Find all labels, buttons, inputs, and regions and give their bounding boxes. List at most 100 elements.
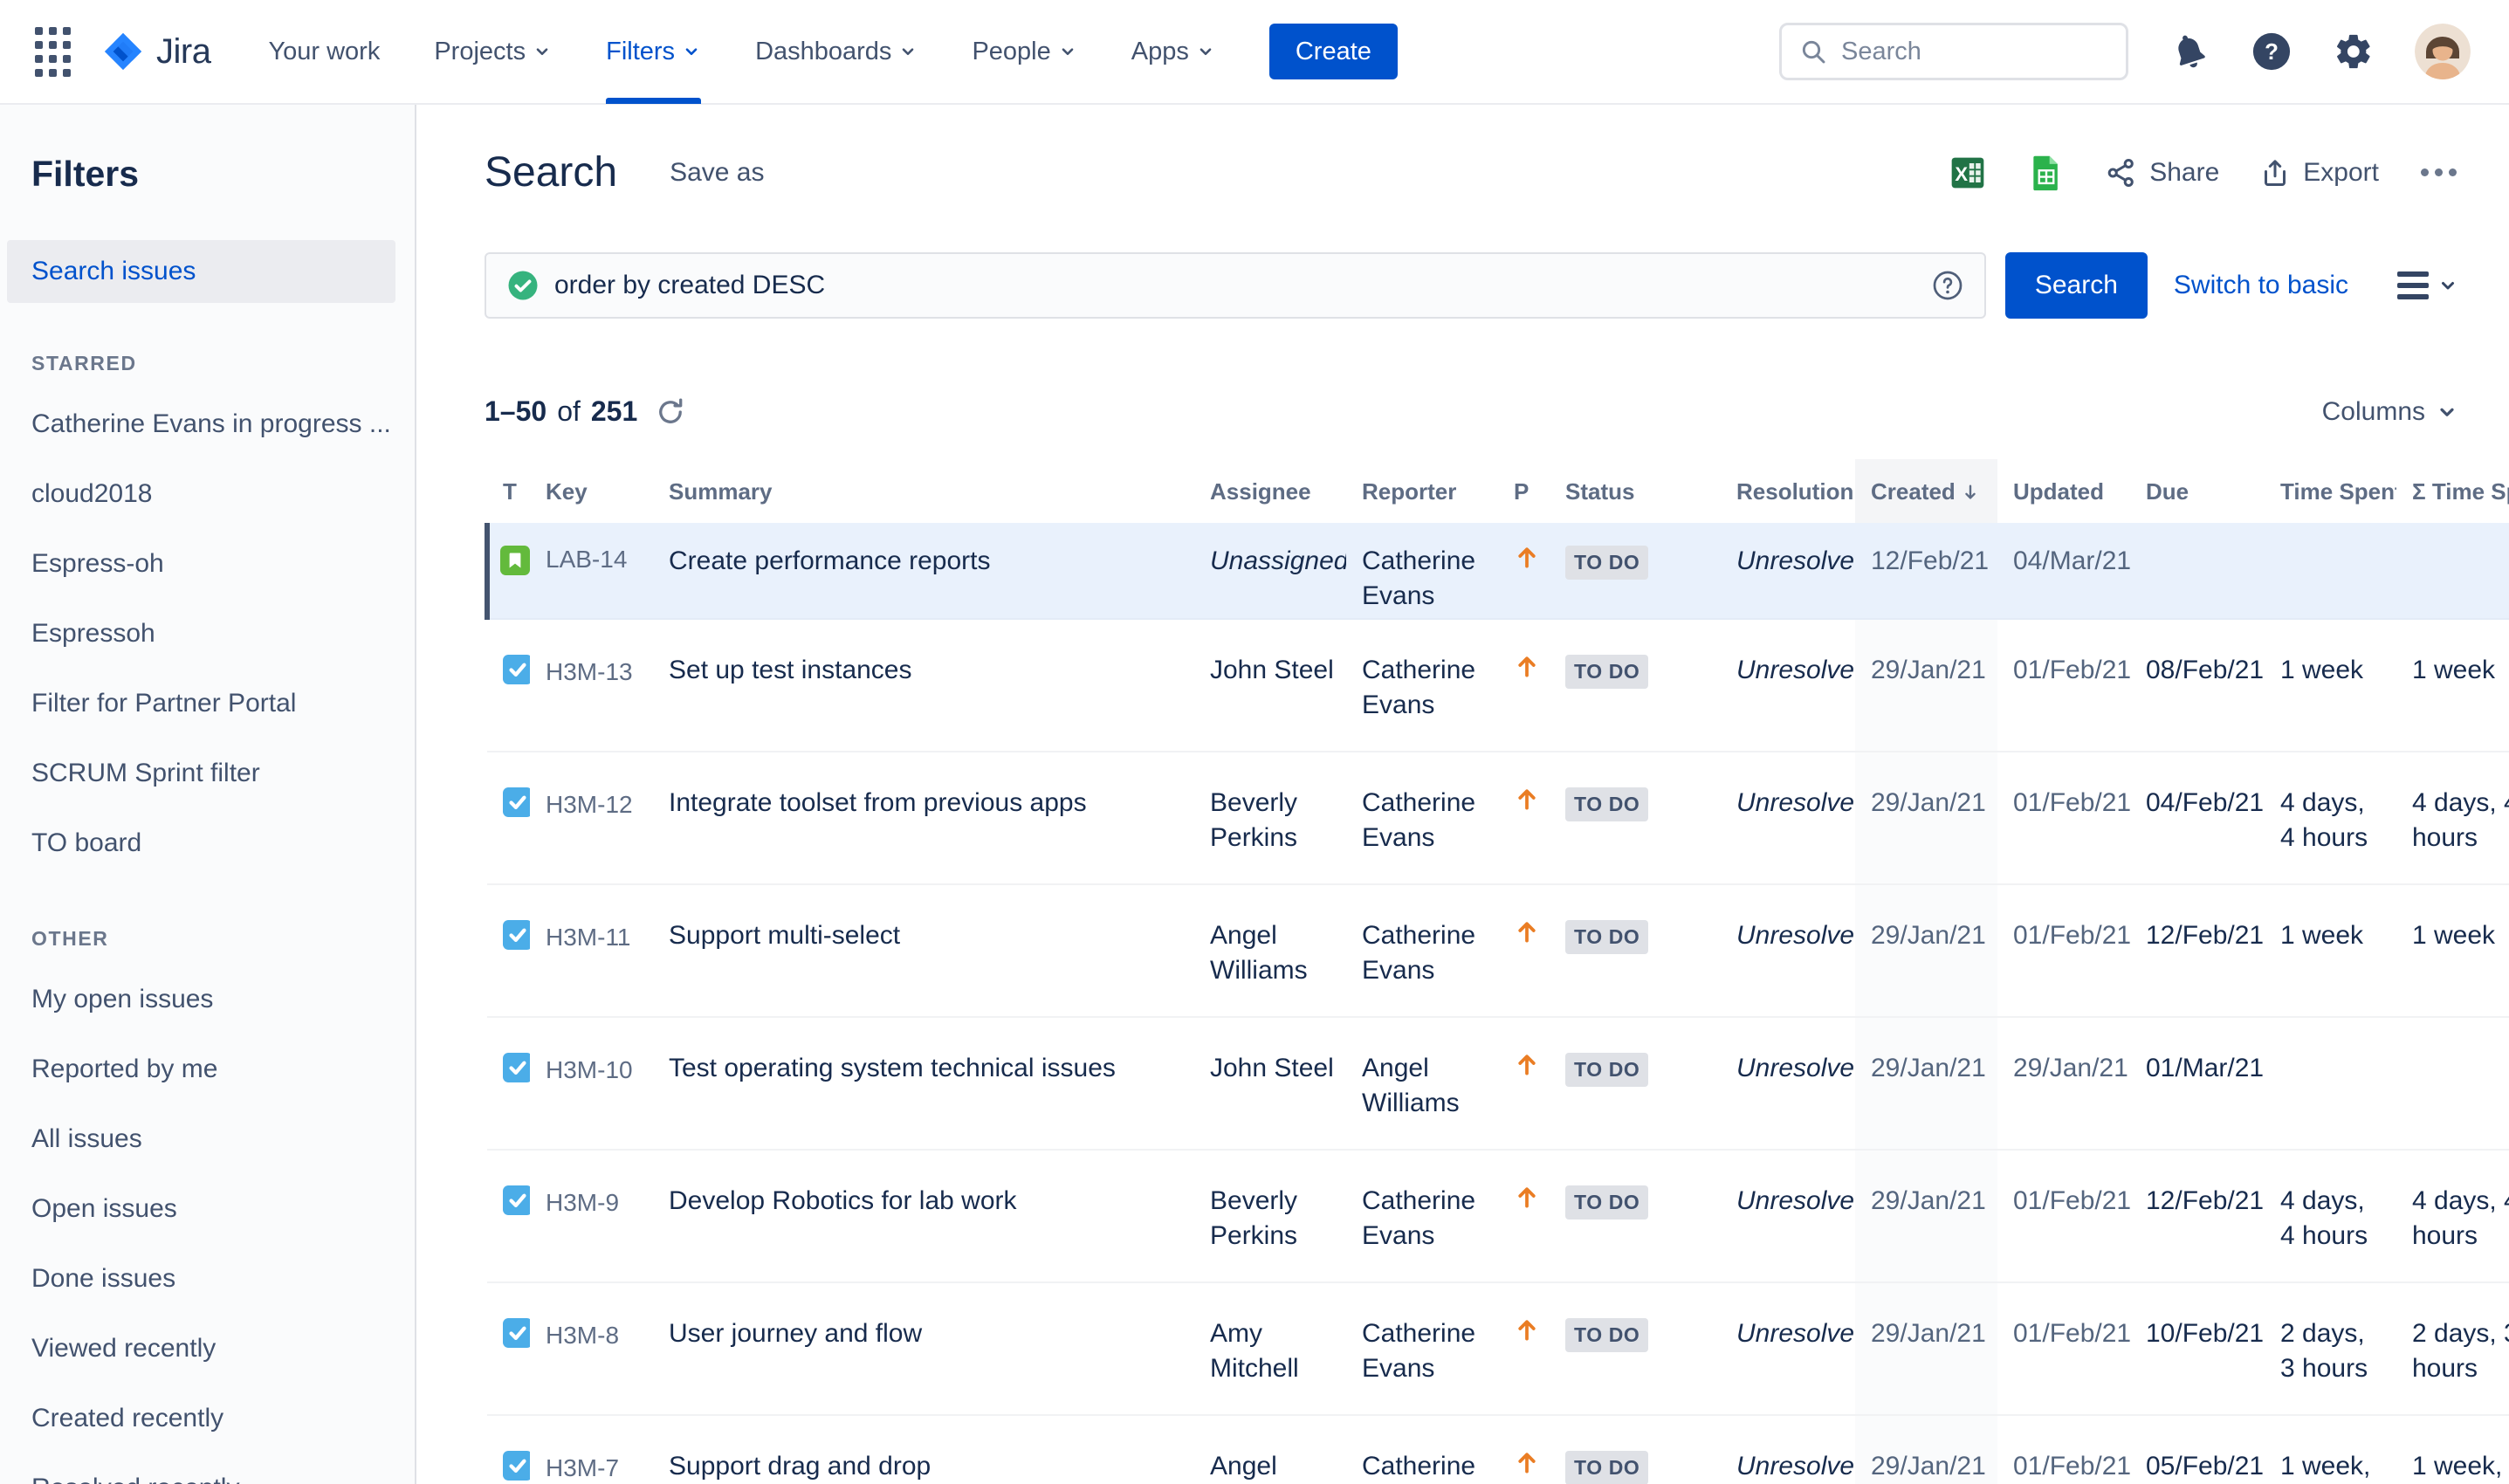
issue-total-time-spent: 4 days, 4 hours bbox=[2396, 1150, 2509, 1284]
column-header-summary[interactable]: Summary bbox=[653, 459, 1194, 523]
page-title: Search bbox=[485, 149, 618, 196]
app-switcher-icon[interactable] bbox=[35, 26, 71, 77]
table-row-h3m-11[interactable]: H3M-11 Support multi-select Angel Williams… bbox=[487, 884, 2509, 1019]
issue-key[interactable]: H3M-12 bbox=[530, 752, 653, 886]
refresh-icon[interactable] bbox=[655, 396, 686, 428]
global-search-input[interactable] bbox=[1839, 36, 2108, 67]
sidebar-item-my-open-issues[interactable]: My open issues bbox=[0, 965, 415, 1034]
jql-search-button[interactable]: Search bbox=[2004, 252, 2148, 319]
issue-due: 05/Feb/21 bbox=[2130, 1415, 2265, 1484]
column-header-created[interactable]: Created bbox=[1855, 459, 1997, 523]
global-search[interactable] bbox=[1779, 23, 2128, 80]
issue-resolution: Unresolved bbox=[1721, 619, 1855, 753]
issue-summary-link[interactable]: Develop Robotics for lab work bbox=[669, 1186, 1017, 1215]
table-row-h3m-8[interactable]: H3M-8 User journey and flow Amy Mitchell Ca… bbox=[487, 1282, 2509, 1417]
export-button[interactable]: Export bbox=[2259, 157, 2379, 189]
jql-input[interactable]: order by created DESC bbox=[485, 252, 1986, 319]
status-badge: TO DO bbox=[1565, 1318, 1649, 1353]
issue-assignee: Angel Williams bbox=[1194, 1415, 1346, 1484]
issue-total-time-spent: 1 week bbox=[2396, 884, 2509, 1019]
column-header-label: Reporter bbox=[1362, 478, 1457, 505]
help-icon[interactable]: ? bbox=[2251, 31, 2292, 72]
nav-item-your-work[interactable]: Your work bbox=[268, 0, 380, 104]
nav-item-people[interactable]: People bbox=[972, 0, 1076, 104]
column-header-key[interactable]: Key bbox=[530, 459, 653, 523]
header-actions: X Share Export bbox=[1949, 154, 2458, 192]
sidebar-item-viewed-recently[interactable]: Viewed recently bbox=[0, 1314, 415, 1384]
issue-summary-link[interactable]: Test operating system technical issues bbox=[669, 1054, 1116, 1082]
issue-summary-link[interactable]: Support drag and drop bbox=[669, 1452, 931, 1481]
sidebar-item-open-issues[interactable]: Open issues bbox=[0, 1174, 415, 1244]
save-as-button[interactable]: Save as bbox=[666, 151, 767, 195]
issue-key[interactable]: H3M-8 bbox=[530, 1282, 653, 1417]
sidebar-item-to-board[interactable]: TO board bbox=[0, 808, 415, 878]
sidebar-item-espress-oh[interactable]: Espress-oh bbox=[0, 529, 415, 599]
issue-summary-link[interactable]: Create performance reports bbox=[669, 546, 991, 575]
issue-updated: 01/Feb/21 bbox=[1997, 1415, 2130, 1484]
table-row-h3m-13[interactable]: H3M-13 Set up test instances John Steel Cat… bbox=[487, 619, 2509, 753]
jira-logo[interactable]: Jira bbox=[100, 29, 211, 74]
nav-item-projects[interactable]: Projects bbox=[434, 0, 552, 104]
sidebar-item-all-issues[interactable]: All issues bbox=[0, 1104, 415, 1174]
share-button[interactable]: Share bbox=[2106, 157, 2219, 189]
issue-key[interactable]: H3M-9 bbox=[530, 1150, 653, 1284]
table-row-h3m-7[interactable]: H3M-7 Support drag and drop Angel Williams… bbox=[487, 1415, 2509, 1484]
nav-item-filters[interactable]: Filters bbox=[606, 0, 702, 104]
issue-summary-link[interactable]: Integrate toolset from previous apps bbox=[669, 788, 1087, 817]
notifications-icon[interactable] bbox=[2169, 31, 2210, 72]
nav-item-dashboards[interactable]: Dashboards bbox=[755, 0, 918, 104]
nav-item-label: People bbox=[972, 37, 1051, 65]
share-icon bbox=[2107, 158, 2134, 187]
issue-created: 29/Jan/21 bbox=[1855, 752, 1997, 886]
more-icon[interactable] bbox=[2419, 160, 2458, 185]
view-options-icon[interactable] bbox=[2397, 271, 2458, 299]
sidebar-item-cloud2018[interactable]: cloud2018 bbox=[0, 459, 415, 529]
sidebar-section-label-starred: STARRED bbox=[31, 352, 137, 374]
user-avatar[interactable] bbox=[2415, 24, 2471, 79]
sidebar-item-search-issues[interactable]: Search issues bbox=[7, 240, 395, 303]
column-header-due[interactable]: Due bbox=[2130, 459, 2265, 523]
table-row-h3m-12[interactable]: H3M-12 Integrate toolset from previous ap… bbox=[487, 752, 2509, 886]
google-sheets-export-icon[interactable] bbox=[2027, 154, 2066, 192]
jql-help-icon[interactable] bbox=[1932, 270, 1963, 301]
table-row-lab-14[interactable]: LAB-14 Create performance reports Unassign… bbox=[485, 523, 2509, 621]
column-header-p[interactable]: P bbox=[1498, 459, 1550, 523]
sidebar-item-resolved-recently[interactable]: Resolved recently bbox=[0, 1453, 415, 1484]
sidebar-item-catherine-evans-in-progress[interactable]: Catherine Evans in progress ... bbox=[0, 389, 415, 459]
issue-key[interactable]: H3M-11 bbox=[530, 884, 653, 1019]
issue-key[interactable]: LAB-14 bbox=[530, 523, 653, 621]
switch-to-basic-link[interactable]: Switch to basic bbox=[2174, 271, 2348, 300]
issue-key[interactable]: H3M-10 bbox=[530, 1017, 653, 1151]
search-icon bbox=[1802, 40, 1825, 64]
create-button[interactable]: Create bbox=[1268, 24, 1398, 79]
issue-summary-link[interactable]: User journey and flow bbox=[669, 1319, 922, 1348]
sidebar-item-espressoh[interactable]: Espressoh bbox=[0, 599, 415, 669]
column-header-reporter[interactable]: Reporter bbox=[1346, 459, 1498, 523]
column-header-type[interactable]: T bbox=[487, 459, 530, 523]
column-header-total_time[interactable]: Σ Time Spent bbox=[2396, 459, 2509, 523]
table-row-h3m-9[interactable]: H3M-9 Develop Robotics for lab work Beverl… bbox=[487, 1150, 2509, 1284]
sidebar-item-reported-by-me[interactable]: Reported by me bbox=[0, 1034, 415, 1104]
column-header-updated[interactable]: Updated bbox=[1997, 459, 2130, 523]
column-header-status[interactable]: Status bbox=[1550, 459, 1721, 523]
issue-summary-link[interactable]: Support multi-select bbox=[669, 921, 900, 950]
issue-total-time-spent bbox=[2396, 1017, 2509, 1151]
issue-key[interactable]: H3M-13 bbox=[530, 619, 653, 753]
settings-icon[interactable] bbox=[2333, 31, 2375, 72]
nav-item-apps[interactable]: Apps bbox=[1131, 0, 1215, 104]
sidebar-item-done-issues[interactable]: Done issues bbox=[0, 1244, 415, 1314]
column-header-label: Assignee bbox=[1210, 478, 1311, 505]
column-header-resolution[interactable]: Resolution bbox=[1721, 459, 1855, 523]
excel-export-icon[interactable]: X bbox=[1949, 154, 1987, 192]
column-header-assignee[interactable]: Assignee bbox=[1194, 459, 1346, 523]
issue-summary-link[interactable]: Set up test instances bbox=[669, 656, 912, 684]
columns-button[interactable]: Columns bbox=[2322, 397, 2458, 427]
issue-key[interactable]: H3M-7 bbox=[530, 1415, 653, 1484]
column-header-time_spent[interactable]: Time Spent bbox=[2265, 459, 2396, 523]
sidebar-item-scrum-sprint-filter[interactable]: SCRUM Sprint filter bbox=[0, 739, 415, 808]
status-badge: TO DO bbox=[1565, 546, 1649, 580]
sidebar-item-created-recently[interactable]: Created recently bbox=[0, 1384, 415, 1453]
sidebar-item-filter-for-partner-portal[interactable]: Filter for Partner Portal bbox=[0, 669, 415, 739]
table-row-h3m-10[interactable]: H3M-10 Test operating system technical is… bbox=[487, 1017, 2509, 1151]
chevron-down-icon bbox=[1200, 48, 1212, 56]
